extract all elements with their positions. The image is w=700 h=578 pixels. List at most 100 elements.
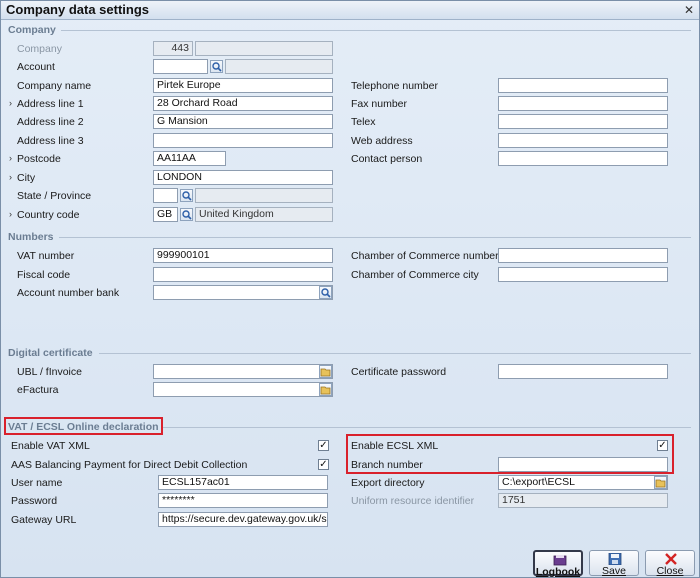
coc-number-label: Chamber of Commerce number	[351, 250, 499, 262]
enable-vat-xml-checkbox[interactable]: ✓	[318, 440, 329, 451]
country-code-input[interactable]: GB	[153, 207, 178, 222]
state-province-input[interactable]	[153, 188, 178, 203]
save-disk-icon	[608, 552, 622, 566]
export-directory-label: Export directory	[351, 477, 425, 489]
address2-label: Address line 2	[17, 116, 84, 128]
country-code-label: Country code	[17, 209, 80, 221]
user-name-label: User name	[11, 477, 63, 489]
address3-input[interactable]	[153, 133, 333, 148]
bank-lookup-magnifier-icon[interactable]	[319, 286, 332, 299]
ubl-finvoice-input[interactable]	[153, 364, 333, 379]
telex-label: Telex	[351, 116, 376, 128]
company-label: Company	[17, 43, 62, 55]
close-button[interactable]: Close	[645, 550, 695, 577]
efactura-label: eFactura	[17, 384, 59, 396]
close-x-icon	[664, 553, 678, 565]
city-expand-arrow-icon[interactable]: ›	[9, 172, 12, 182]
certificate-password-label: Certificate password	[351, 366, 447, 378]
section-divider	[163, 427, 691, 428]
postcode-input[interactable]: AA11AA	[153, 151, 226, 166]
fiscal-code-label: Fiscal code	[17, 269, 71, 281]
efactura-browse-folder-icon[interactable]	[319, 383, 332, 396]
account-label: Account	[17, 61, 55, 73]
telex-input[interactable]	[498, 114, 668, 129]
address3-label: Address line 3	[17, 135, 84, 147]
save-button-label: Save	[602, 565, 626, 577]
aas-balancing-checkbox[interactable]: ✓	[318, 459, 329, 470]
address1-label: Address line 1	[17, 98, 84, 110]
company-description-field	[195, 41, 333, 56]
enable-ecsl-xml-checkbox[interactable]: ✓	[657, 440, 668, 451]
password-label: Password	[11, 495, 58, 507]
bank-account-input[interactable]	[153, 285, 333, 300]
country-expand-arrow-icon[interactable]: ›	[9, 209, 12, 219]
certificate-password-input[interactable]	[498, 364, 668, 379]
export-directory-folder-icon[interactable]	[654, 476, 667, 489]
section-digital-certificate-header: Digital certificate	[8, 347, 93, 359]
coc-number-input[interactable]	[498, 248, 668, 263]
title-bar: Company data settings ✕	[1, 1, 699, 20]
coc-city-label: Chamber of Commerce city	[351, 269, 479, 281]
web-address-input[interactable]	[498, 133, 668, 148]
country-name-field: United Kingdom	[195, 207, 333, 222]
save-button[interactable]: Save	[589, 550, 639, 577]
window-close-icon[interactable]: ✕	[682, 3, 696, 17]
logbook-icon	[553, 554, 567, 566]
export-directory-input[interactable]: C:\export\ECSL	[498, 475, 668, 490]
company-number-field: 443	[153, 41, 193, 56]
telephone-label: Telephone number	[351, 80, 438, 92]
branch-number-input[interactable]	[498, 457, 668, 472]
address1-expand-arrow-icon[interactable]: ›	[9, 98, 12, 108]
state-description-field	[195, 188, 333, 203]
contact-person-input[interactable]	[498, 151, 668, 166]
logbook-button-label: Logbook	[535, 566, 581, 578]
section-divider	[61, 30, 691, 31]
section-vat-ecsl-header: VAT / ECSL Online declaration	[8, 421, 159, 433]
user-name-input[interactable]: ECSL157ac01	[158, 475, 328, 490]
account-input[interactable]	[153, 59, 208, 74]
company-name-label: Company name	[17, 80, 92, 92]
logbook-button[interactable]: Logbook	[533, 550, 583, 578]
enable-ecsl-xml-label: Enable ECSL XML	[351, 440, 439, 452]
fax-input[interactable]	[498, 96, 668, 111]
fiscal-code-input[interactable]	[153, 267, 333, 282]
address2-input[interactable]: G Mansion	[153, 114, 333, 129]
city-input[interactable]: LONDON	[153, 170, 333, 185]
close-button-label: Close	[656, 565, 684, 577]
branch-number-label: Branch number	[351, 459, 423, 471]
account-lookup-magnifier-icon[interactable]	[210, 60, 223, 73]
vat-number-input[interactable]: 999900101	[153, 248, 333, 263]
account-description-field	[225, 59, 333, 74]
uri-field: 1751	[498, 493, 668, 508]
coc-city-input[interactable]	[498, 267, 668, 282]
fax-label: Fax number	[351, 98, 408, 110]
bank-account-label: Account number bank	[17, 287, 120, 299]
postcode-expand-arrow-icon[interactable]: ›	[9, 153, 12, 163]
section-company-header: Company	[8, 24, 56, 36]
telephone-input[interactable]	[498, 78, 668, 93]
city-label: City	[17, 172, 36, 184]
state-province-label: State / Province	[17, 190, 92, 202]
efactura-input[interactable]	[153, 382, 333, 397]
section-divider	[59, 237, 691, 238]
enable-vat-xml-label: Enable VAT XML	[11, 440, 90, 452]
section-divider	[99, 353, 691, 354]
window-title: Company data settings	[6, 2, 150, 17]
ubl-finvoice-label: UBL / fInvoice	[17, 366, 82, 378]
state-lookup-magnifier-icon[interactable]	[180, 189, 193, 202]
company-name-input[interactable]: Pirtek Europe	[153, 78, 333, 93]
gateway-url-input[interactable]: https://secure.dev.gateway.gov.uk/su	[158, 512, 328, 527]
postcode-label: Postcode	[17, 153, 61, 165]
web-address-label: Web address	[351, 135, 413, 147]
section-numbers-header: Numbers	[8, 231, 54, 243]
address1-input[interactable]: 28 Orchard Road	[153, 96, 333, 111]
aas-balancing-label: AAS Balancing Payment for Direct Debit C…	[11, 459, 248, 471]
password-input[interactable]: ********	[158, 493, 328, 508]
ubl-browse-folder-icon[interactable]	[319, 365, 332, 378]
uri-label: Uniform resource identifier	[351, 495, 475, 507]
vat-number-label: VAT number	[17, 250, 75, 262]
country-lookup-magnifier-icon[interactable]	[180, 208, 193, 221]
company-data-settings-window: Company data settings ✕ Company Company …	[0, 0, 700, 578]
gateway-url-label: Gateway URL	[11, 514, 77, 526]
contact-person-label: Contact person	[351, 153, 423, 165]
